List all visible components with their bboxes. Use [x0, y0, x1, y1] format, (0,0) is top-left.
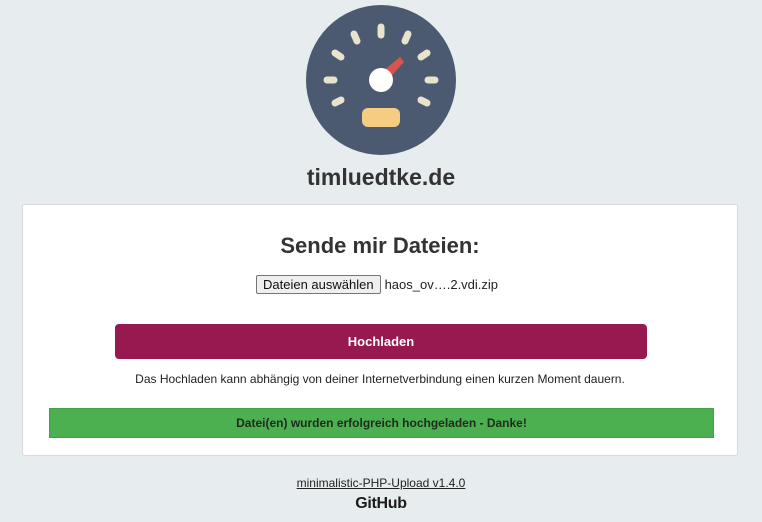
version-link[interactable]: minimalistic-PHP-Upload v1.4.0 [297, 476, 466, 490]
site-title: timluedtke.de [306, 164, 456, 190]
speedometer-logo-icon [306, 5, 456, 155]
upload-card: Sende mir Dateien: Dateien auswählen hao… [22, 204, 738, 456]
success-alert: Datei(en) wurden erfolgreich hochgeladen… [49, 408, 714, 438]
upload-button[interactable]: Hochladen [115, 324, 647, 359]
github-logo-link[interactable]: GitHub [0, 495, 762, 513]
selected-file-name: haos_ov….2.vdi.zip [384, 277, 499, 292]
upload-hint: Das Hochladen kann abhängig von deiner I… [135, 372, 625, 386]
file-input-row: Dateien auswählen haos_ov….2.vdi.zip [256, 275, 498, 294]
choose-files-button[interactable]: Dateien auswählen [256, 275, 381, 294]
card-heading: Sende mir Dateien: [280, 233, 480, 258]
version-link-container: minimalistic-PHP-Upload v1.4.0 [0, 476, 762, 490]
